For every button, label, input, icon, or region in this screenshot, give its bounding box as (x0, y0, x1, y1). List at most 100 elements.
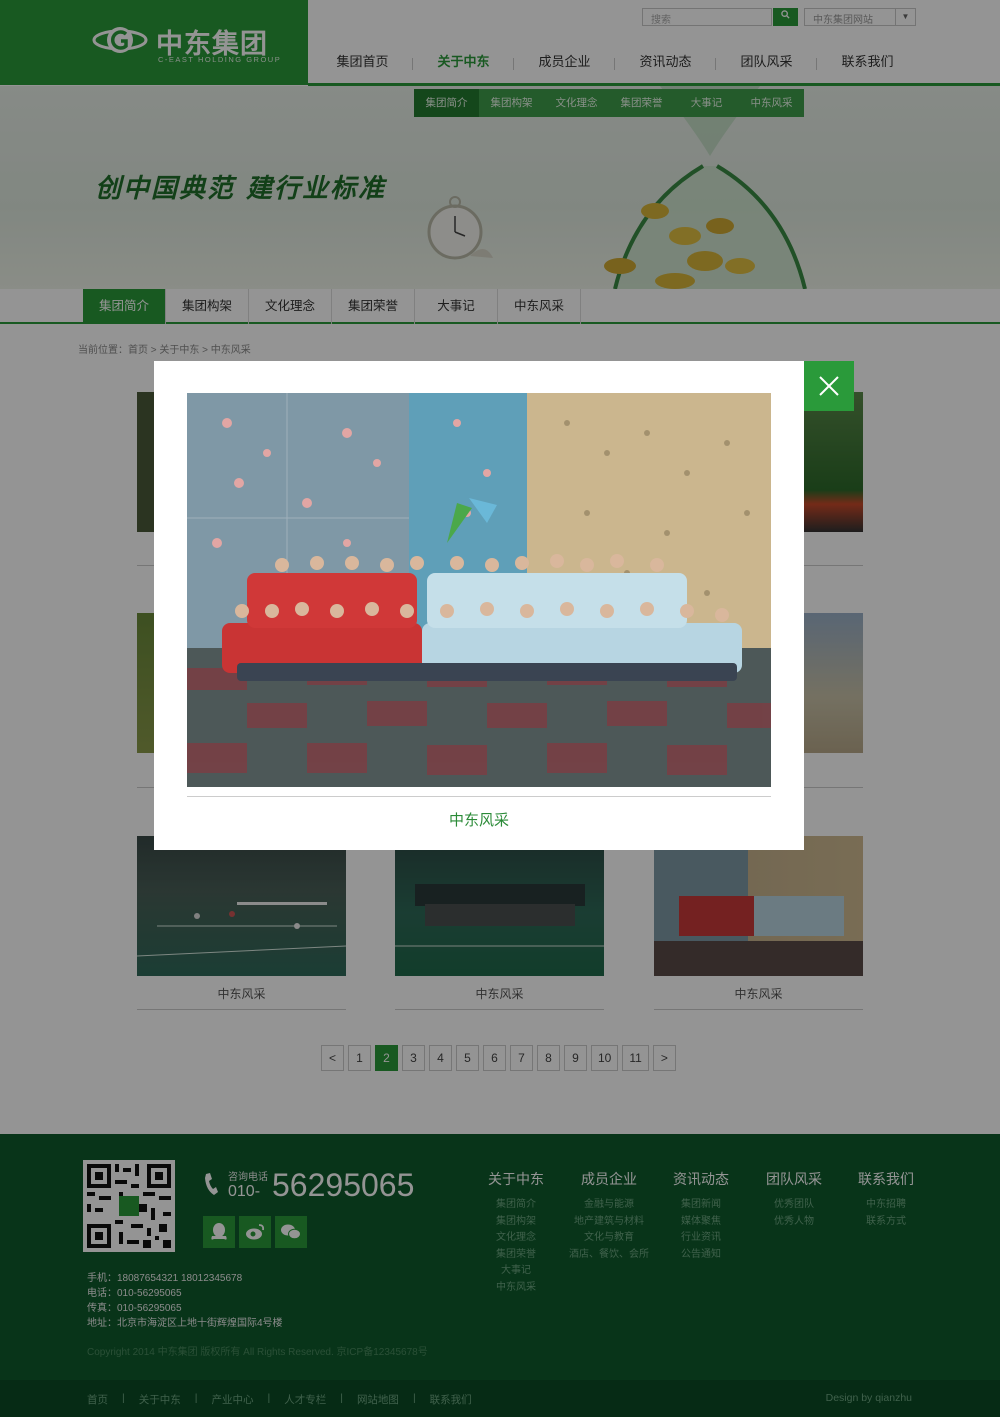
page-button[interactable]: 8 (537, 1045, 560, 1071)
separator: | (412, 1392, 416, 1404)
footer-col-title[interactable]: 联系我们 (841, 1169, 931, 1189)
tab-culture[interactable]: 文化理念 (249, 289, 332, 324)
page-next-button[interactable]: > (652, 1045, 676, 1071)
subnav-events[interactable]: 大事记 (674, 89, 739, 117)
footer-link[interactable]: 中东风采 (471, 1280, 561, 1297)
climbing-wall-group-photo (187, 393, 771, 787)
tab-style[interactable]: 中东风采 (498, 289, 581, 324)
subnav-style[interactable]: 中东风采 (739, 89, 804, 117)
logo-icon (92, 27, 148, 53)
subnav-intro[interactable]: 集团简介 (414, 89, 479, 117)
phone-icon (205, 1173, 218, 1195)
footer-link[interactable]: 大事记 (471, 1263, 561, 1280)
lightbox-close-button[interactable] (804, 361, 854, 411)
bottom-link-talent[interactable]: 人才专栏 (284, 1392, 326, 1407)
page-button[interactable]: 11 (622, 1045, 649, 1071)
tab-structure[interactable]: 集团构架 (166, 289, 249, 324)
page-prev-button[interactable]: < (321, 1045, 344, 1071)
lightbox-divider (187, 796, 771, 797)
footer-link[interactable]: 集团简介 (471, 1197, 561, 1214)
nav-contact[interactable]: 联系我们 (817, 50, 918, 76)
bottom-link-about[interactable]: 关于中东 (139, 1392, 181, 1407)
footer-col-members: 成员企业 金融与能源 地产建筑与材料 文化与教育 酒店、餐饮、会所 (564, 1169, 654, 1263)
tab-intro[interactable]: 集团简介 (83, 289, 166, 324)
qq-icon (211, 1223, 227, 1240)
logo-block[interactable]: 中东集团 C-EAST HOLDING GROUP (0, 0, 308, 85)
search-input[interactable]: 搜索 (642, 8, 772, 26)
subnav-honors[interactable]: 集团荣誉 (609, 89, 674, 117)
phone-number: 56295065 (272, 1167, 415, 1203)
nav-about[interactable]: 关于中东 (413, 50, 514, 76)
site-select[interactable]: 中东集团网站 ▼ (804, 8, 916, 26)
qr-code-image (83, 1160, 175, 1252)
wechat-button[interactable] (275, 1216, 307, 1248)
page-button[interactable]: 5 (456, 1045, 479, 1071)
page-button[interactable]: 4 (429, 1045, 452, 1071)
tab-honors[interactable]: 集团荣誉 (332, 289, 415, 324)
site-select-value: 中东集团网站 (813, 15, 873, 26)
nav-team[interactable]: 团队风采 (716, 50, 817, 76)
footer-col-title[interactable]: 成员企业 (564, 1169, 654, 1189)
footer-col-title[interactable]: 资讯动态 (656, 1169, 746, 1189)
footer-link[interactable]: 金融与能源 (564, 1197, 654, 1214)
footer-link[interactable]: 集团构架 (471, 1214, 561, 1231)
bottom-link-contact[interactable]: 联系我们 (430, 1392, 472, 1407)
footer-col-title[interactable]: 关于中东 (471, 1169, 561, 1189)
footer-link[interactable]: 地产建筑与材料 (564, 1214, 654, 1231)
bottom-link-industry[interactable]: 产业中心 (211, 1392, 253, 1407)
climbing-wall-photo (654, 896, 863, 976)
divider (654, 1009, 863, 1010)
gallery-thumb[interactable] (137, 836, 346, 976)
footer-link[interactable]: 行业资讯 (656, 1230, 746, 1247)
weibo-button[interactable] (239, 1216, 271, 1248)
main-nav: 集团首页 关于中东 成员企业 资讯动态 团队风采 联系我们 (312, 50, 918, 76)
nav-news[interactable]: 资讯动态 (615, 50, 716, 76)
bottom-link-sitemap[interactable]: 网站地图 (357, 1392, 399, 1407)
contact-info: 手机：18087654321 18012345678 电话：010-562950… (87, 1271, 283, 1331)
pagination: < 1 2 3 4 5 6 7 8 9 10 11 > (321, 1045, 676, 1071)
contact-address: 地址：北京市海淀区上地十街辉煌国际4号楼 (87, 1318, 283, 1329)
page-button-current[interactable]: 2 (375, 1045, 398, 1071)
footer-link[interactable]: 优秀人物 (749, 1214, 839, 1231)
nav-home[interactable]: 集团首页 (312, 50, 413, 76)
subnav-structure[interactable]: 集团构架 (479, 89, 544, 117)
logo-subtitle: C-EAST HOLDING GROUP (158, 55, 282, 64)
footer-link[interactable]: 媒体聚焦 (656, 1214, 746, 1231)
separator: | (194, 1392, 198, 1404)
phone-label: 咨询电话 (228, 1172, 268, 1183)
gallery-caption: 中东风采 (475, 987, 524, 1001)
page-button[interactable]: 1 (348, 1045, 371, 1071)
bottom-link-home[interactable]: 首页 (87, 1392, 108, 1407)
footer-link[interactable]: 中东招聘 (841, 1197, 931, 1214)
footer-link[interactable]: 联系方式 (841, 1214, 931, 1231)
search-button[interactable] (773, 8, 798, 26)
page-button[interactable]: 10 (591, 1045, 619, 1071)
footer-link[interactable]: 集团荣誉 (471, 1247, 561, 1264)
gallery-thumb[interactable] (654, 836, 863, 976)
page-button[interactable]: 7 (510, 1045, 533, 1071)
separator: | (340, 1392, 343, 1404)
footer-col-about: 关于中东 集团简介 集团构架 文化理念 集团荣誉 大事记 中东风采 (471, 1169, 561, 1296)
page-button[interactable]: 3 (402, 1045, 425, 1071)
contact-fax: 传真：010-56295065 (87, 1303, 182, 1314)
banner-subnav: 集团简介 集团构架 文化理念 集团荣誉 大事记 中东风采 (414, 89, 804, 117)
footer-link[interactable]: 公告通知 (656, 1247, 746, 1264)
footer-link[interactable]: 文化理念 (471, 1230, 561, 1247)
tab-events[interactable]: 大事记 (415, 289, 498, 324)
copyright: Copyright 2014 中东集团 版权所有 All Rights Rese… (87, 1347, 428, 1358)
page-button[interactable]: 9 (564, 1045, 587, 1071)
wechat-icon (281, 1224, 301, 1240)
chevron-down-icon: ▼ (895, 9, 915, 25)
page-button[interactable]: 6 (483, 1045, 506, 1071)
photo-lightbox: 中东风采 (154, 361, 804, 850)
footer-link[interactable]: 优秀团队 (749, 1197, 839, 1214)
nav-members[interactable]: 成员企业 (514, 50, 615, 76)
social-links (203, 1216, 307, 1248)
subnav-culture[interactable]: 文化理念 (544, 89, 609, 117)
footer-link[interactable]: 集团新闻 (656, 1197, 746, 1214)
footer-link[interactable]: 文化与教育 (564, 1230, 654, 1247)
footer-col-title[interactable]: 团队风采 (749, 1169, 839, 1189)
gallery-thumb[interactable] (395, 836, 604, 976)
qq-button[interactable] (203, 1216, 235, 1248)
footer-link[interactable]: 酒店、餐饮、会所 (564, 1247, 654, 1264)
